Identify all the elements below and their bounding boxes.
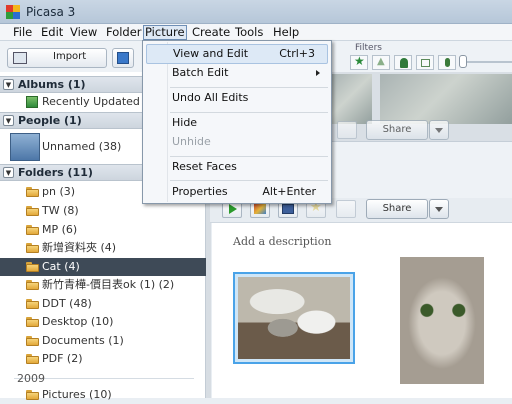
folder-icon bbox=[26, 390, 39, 400]
folder-item[interactable]: Pictures (10) bbox=[0, 386, 206, 404]
movies-filter-button[interactable] bbox=[416, 55, 434, 70]
folder-icon bbox=[26, 206, 39, 216]
folder-item-selected[interactable]: Cat (4) bbox=[0, 258, 206, 276]
menu-item-batch-edit[interactable]: Batch Edit bbox=[146, 63, 328, 83]
folder-item[interactable]: PDF (2) bbox=[0, 350, 206, 368]
picasa-logo-icon bbox=[6, 5, 20, 19]
menu-file[interactable]: File bbox=[12, 25, 33, 40]
add-description-field[interactable]: Add a description bbox=[233, 235, 331, 248]
window-title: Picasa 3 bbox=[26, 5, 76, 19]
submenu-arrow-icon bbox=[316, 70, 320, 76]
folder-item[interactable]: MP (6) bbox=[0, 221, 206, 239]
menu-separator bbox=[170, 180, 328, 181]
picture-menu-dropdown: View and Edit Ctrl+3 Batch Edit Undo All… bbox=[142, 40, 332, 204]
folder-icon bbox=[26, 299, 39, 309]
geotag-filter-button[interactable] bbox=[438, 55, 456, 70]
folder-icon bbox=[26, 225, 39, 235]
folder-icon bbox=[26, 243, 39, 253]
share-dropdown-button[interactable] bbox=[429, 120, 449, 140]
menu-item-unhide: Unhide bbox=[172, 135, 211, 148]
save-disk-button[interactable] bbox=[337, 121, 357, 139]
person-avatar-icon bbox=[10, 133, 40, 161]
menu-edit[interactable]: Edit bbox=[40, 25, 64, 40]
cat-photo-image bbox=[238, 277, 350, 359]
year-label: 2009 bbox=[17, 372, 45, 385]
uploaded-filter-button[interactable]: ▲ bbox=[372, 55, 390, 70]
person-icon bbox=[400, 58, 408, 68]
folder-item[interactable]: DDT (48) bbox=[0, 295, 206, 313]
folder-icon bbox=[26, 336, 39, 346]
menu-help[interactable]: Help bbox=[272, 25, 300, 40]
star-icon: ★ bbox=[354, 54, 365, 68]
filters-label: Filters bbox=[355, 43, 382, 53]
film-icon bbox=[421, 59, 430, 67]
filter-slider-track[interactable] bbox=[462, 61, 512, 63]
folder-item[interactable]: 新增資料夾 (4) bbox=[0, 239, 206, 257]
folder-icon bbox=[26, 262, 39, 272]
menu-item-view-and-edit[interactable]: View and Edit Ctrl+3 bbox=[146, 44, 328, 64]
share-button[interactable]: Share bbox=[366, 199, 428, 219]
menu-tools[interactable]: Tools bbox=[234, 25, 264, 40]
menu-item-undo-all-edits[interactable]: Undo All Edits bbox=[146, 88, 328, 108]
album-icon bbox=[26, 96, 38, 108]
new-album-button[interactable] bbox=[112, 48, 134, 68]
folder-item[interactable]: Desktop (10) bbox=[0, 313, 206, 331]
menu-create[interactable]: Create bbox=[191, 25, 231, 40]
collage-icon bbox=[254, 204, 266, 214]
play-icon bbox=[229, 204, 237, 214]
folder-item[interactable]: 新竹青樺-價目表ok (1) (2) bbox=[0, 276, 206, 294]
faces-filter-button[interactable] bbox=[394, 55, 412, 70]
menu-view[interactable]: View bbox=[69, 25, 98, 40]
pin-icon bbox=[445, 58, 450, 67]
share-dropdown-button[interactable] bbox=[429, 199, 449, 219]
folder-item[interactable]: Documents (1) bbox=[0, 332, 206, 350]
menu-picture[interactable]: Picture bbox=[143, 25, 187, 40]
folder-icon bbox=[26, 354, 39, 364]
menu-item-reset-faces[interactable]: Reset Faces bbox=[146, 157, 328, 177]
photo-thumbnail[interactable] bbox=[400, 257, 484, 384]
menu-bar: File Edit View Folder Picture Create Too… bbox=[0, 24, 512, 41]
menu-item-properties[interactable]: Properties Alt+Enter bbox=[146, 182, 328, 202]
starred-filter-button[interactable]: ★ bbox=[350, 54, 368, 70]
preview-image bbox=[380, 74, 512, 124]
share-button[interactable]: Share bbox=[366, 120, 428, 140]
film-icon bbox=[282, 204, 294, 214]
camera-icon bbox=[13, 52, 27, 64]
folder-icon bbox=[26, 280, 39, 290]
collapse-arrow-icon[interactable]: ▼ bbox=[3, 167, 14, 178]
menu-folder[interactable]: Folder bbox=[105, 25, 143, 40]
photo-thumbnail-selected[interactable] bbox=[233, 272, 355, 364]
import-label: Import bbox=[53, 51, 87, 62]
filter-slider-thumb[interactable] bbox=[459, 55, 467, 68]
preview-image bbox=[332, 74, 372, 124]
title-bar: Picasa 3 bbox=[0, 0, 512, 24]
folder-icon bbox=[26, 317, 39, 327]
save-disk-button[interactable] bbox=[336, 200, 356, 218]
collapse-arrow-icon[interactable]: ▼ bbox=[3, 79, 14, 90]
import-button[interactable]: Import bbox=[7, 48, 107, 68]
folder-item[interactable]: TW (8) bbox=[0, 202, 206, 220]
collapse-arrow-icon[interactable]: ▼ bbox=[3, 115, 14, 126]
folder-icon bbox=[26, 187, 39, 197]
add-album-icon bbox=[117, 52, 129, 64]
upload-icon: ▲ bbox=[377, 56, 385, 67]
menu-item-hide[interactable]: Hide bbox=[146, 113, 328, 133]
